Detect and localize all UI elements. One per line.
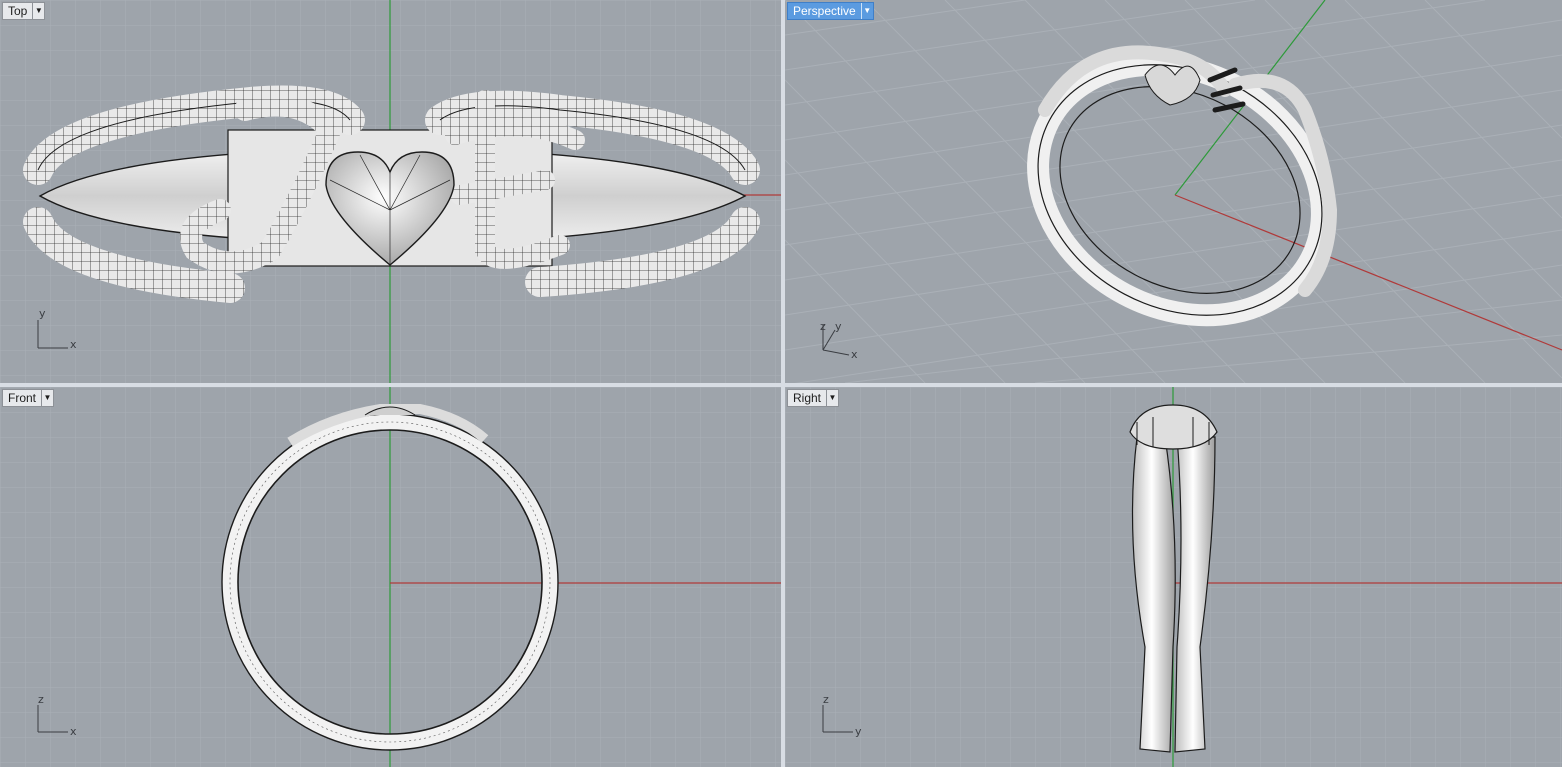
ring-model-perspective[interactable] [994, 16, 1366, 363]
axis-label-x: x [851, 348, 858, 361]
viewport-tab-perspective[interactable]: Perspective ▼ [787, 2, 874, 20]
viewport-title[interactable]: Front [3, 390, 41, 406]
chevron-down-icon[interactable]: ▼ [860, 3, 873, 19]
viewport-title[interactable]: Right [788, 390, 826, 406]
viewport-title[interactable]: Top [3, 3, 32, 19]
viewport-tab-right[interactable]: Right ▼ [787, 389, 840, 407]
chevron-down-icon[interactable]: ▼ [826, 390, 838, 406]
axis-label-y: y [39, 307, 46, 320]
axis-label-z: z [820, 320, 826, 333]
viewport-tab-front[interactable]: Front ▼ [2, 389, 55, 407]
axis-label-y: y [855, 725, 862, 738]
front-view-canvas[interactable]: z x [0, 387, 781, 767]
chevron-down-icon[interactable]: ▼ [32, 3, 44, 19]
axis-label-x: x [70, 338, 77, 351]
viewport-perspective[interactable]: z y x Perspective ▼ [785, 0, 1562, 383]
axis-label-x: x [70, 725, 77, 738]
axis-indicator-perspective: z y x [820, 320, 858, 361]
perspective-view-canvas[interactable]: z y x [785, 0, 1562, 383]
viewport-top[interactable]: y x Top ▼ [0, 0, 781, 383]
axis-label-z: z [823, 693, 829, 706]
viewport-tab-top[interactable]: Top ▼ [2, 2, 46, 20]
right-view-canvas[interactable]: z y [785, 387, 1562, 767]
chevron-down-icon[interactable]: ▼ [41, 390, 53, 406]
viewport-title[interactable]: Perspective [788, 3, 861, 19]
viewport-front[interactable]: z x Front ▼ [0, 387, 781, 767]
viewport-right[interactable]: z y Right ▼ [785, 387, 1562, 767]
x-axis-line [1174, 194, 1562, 351]
axis-label-y: y [835, 320, 842, 333]
axis-label-z: z [38, 693, 44, 706]
top-view-canvas[interactable]: y x [0, 0, 781, 383]
